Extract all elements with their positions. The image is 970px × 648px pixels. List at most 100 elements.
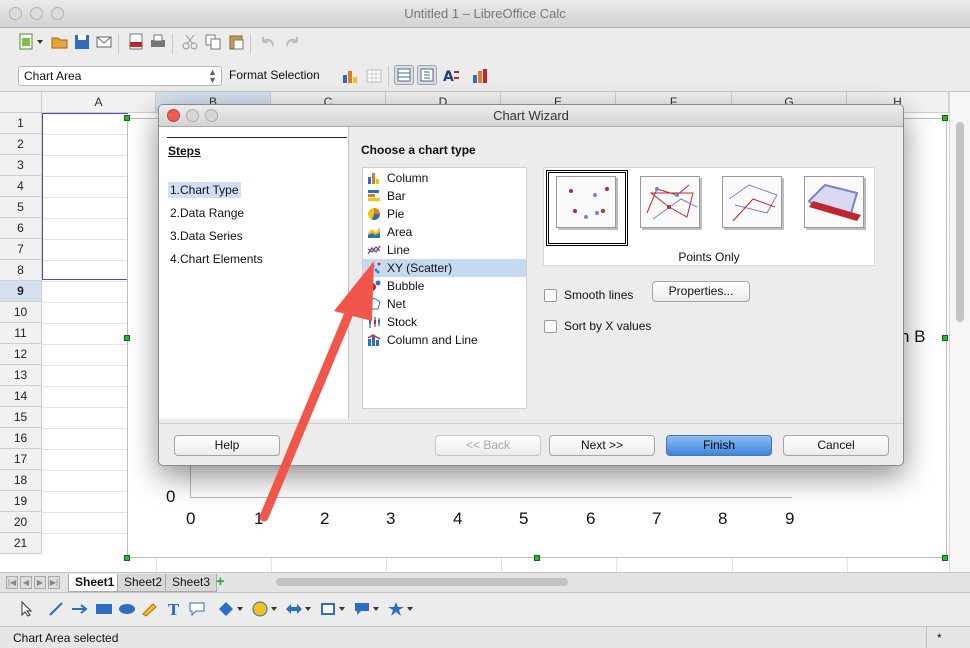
chart-resize-handle[interactable]	[534, 555, 540, 561]
open-folder-icon[interactable]	[50, 32, 70, 52]
row-header[interactable]: 11	[0, 323, 42, 344]
callouts-dropdown-icon[interactable]	[371, 599, 381, 619]
row-header[interactable]: 15	[0, 407, 42, 428]
scroll-thumb[interactable]	[956, 122, 964, 322]
new-document-icon[interactable]	[17, 32, 37, 52]
freeform-line-icon[interactable]	[140, 599, 160, 619]
row-header[interactable]: 14	[0, 386, 42, 407]
row-header[interactable]: 17	[0, 449, 42, 470]
row-header-selected[interactable]: 9	[0, 281, 42, 302]
legend-icon[interactable]	[417, 65, 437, 85]
chart-resize-handle[interactable]	[942, 555, 948, 561]
dialog-zoom-button[interactable]	[205, 109, 218, 122]
chart-type-column[interactable]: Column	[363, 169, 526, 187]
redo-icon[interactable]	[282, 32, 302, 52]
cancel-button[interactable]: Cancel	[783, 435, 889, 456]
next-sheet-icon[interactable]: ▶	[34, 576, 46, 589]
row-header[interactable]: 3	[0, 155, 42, 176]
row-header[interactable]: 12	[0, 344, 42, 365]
chart-resize-handle[interactable]	[124, 335, 130, 341]
dialog-close-button[interactable]	[167, 109, 180, 122]
symbol-shapes-dropdown-icon[interactable]	[269, 599, 279, 619]
sort-by-x-checkbox[interactable]	[544, 320, 557, 333]
block-arrows-dropdown-icon[interactable]	[303, 599, 313, 619]
undo-icon[interactable]	[258, 32, 278, 52]
last-sheet-icon[interactable]: ▶|	[48, 576, 60, 589]
sheet-tab[interactable]: Sheet1	[68, 574, 122, 592]
flowchart-dropdown-icon[interactable]	[337, 599, 347, 619]
select-pointer-icon[interactable]	[16, 599, 36, 619]
row-header[interactable]: 7	[0, 239, 42, 260]
smooth-lines-checkbox[interactable]	[544, 289, 557, 302]
row-header[interactable]: 5	[0, 197, 42, 218]
finish-button[interactable]: Finish	[666, 435, 772, 456]
horizontal-grids-icon[interactable]	[394, 65, 414, 85]
export-pdf-icon[interactable]	[126, 32, 146, 52]
dialog-minimize-button[interactable]	[186, 109, 199, 122]
step-data-range[interactable]: 2.Data Range	[168, 205, 246, 221]
row-header[interactable]: 4	[0, 176, 42, 197]
select-all-corner[interactable]	[0, 92, 42, 113]
row-header[interactable]: 2	[0, 134, 42, 155]
chart-type-pie[interactable]: Pie	[363, 205, 526, 223]
chart-type-area[interactable]: Area	[363, 223, 526, 241]
variant-points-only[interactable]	[556, 176, 616, 228]
row-header[interactable]: 8	[0, 260, 42, 281]
row-header[interactable]: 13	[0, 365, 42, 386]
basic-shapes-icon[interactable]	[216, 599, 236, 619]
flowchart-icon[interactable]	[318, 599, 338, 619]
row-header[interactable]: 10	[0, 302, 42, 323]
step-data-series[interactable]: 3.Data Series	[168, 228, 245, 244]
chart-type-bar[interactable]: Bar	[363, 187, 526, 205]
prev-sheet-icon[interactable]: ◀	[20, 576, 32, 589]
rectangle-icon[interactable]	[94, 599, 114, 619]
stars-dropdown-icon[interactable]	[405, 599, 415, 619]
callout-icon[interactable]	[187, 599, 207, 619]
variant-3d-lines[interactable]	[804, 176, 864, 228]
step-chart-type[interactable]: 1.Chart Type	[168, 182, 241, 198]
row-header[interactable]: 16	[0, 428, 42, 449]
properties-button[interactable]: Properties...	[652, 281, 750, 302]
email-icon[interactable]	[94, 32, 114, 52]
symbol-shapes-icon[interactable]	[250, 599, 270, 619]
column-header[interactable]: A	[42, 92, 156, 113]
new-dropdown-arrow-icon[interactable]	[35, 32, 45, 52]
ellipse-icon[interactable]	[117, 599, 137, 619]
next-button[interactable]: Next >>	[549, 435, 655, 456]
chart-resize-handle[interactable]	[942, 335, 948, 341]
stars-icon[interactable]	[386, 599, 406, 619]
data-table-icon[interactable]	[364, 66, 384, 86]
row-header[interactable]: 21	[0, 533, 42, 554]
first-sheet-icon[interactable]: |◀	[6, 576, 18, 589]
sheet-navigation[interactable]: |◀ ◀ ▶ ▶|	[6, 576, 66, 589]
arrow-line-icon[interactable]	[70, 599, 90, 619]
sheet-tab[interactable]: Sheet2	[117, 574, 170, 592]
paste-icon[interactable]	[226, 32, 246, 52]
horizontal-scroll-thumb[interactable]	[276, 578, 568, 586]
basic-shapes-dropdown-icon[interactable]	[235, 599, 245, 619]
back-button[interactable]: << Back	[435, 435, 541, 456]
cut-icon[interactable]	[180, 32, 200, 52]
callouts-icon[interactable]	[352, 599, 372, 619]
chart-resize-handle[interactable]	[124, 115, 130, 121]
row-header[interactable]: 19	[0, 491, 42, 512]
chart-resize-handle[interactable]	[124, 555, 130, 561]
block-arrows-icon[interactable]	[284, 599, 304, 619]
print-icon[interactable]	[148, 32, 168, 52]
row-header[interactable]: 6	[0, 218, 42, 239]
copy-icon[interactable]	[203, 32, 223, 52]
sheet-tab[interactable]: Sheet3	[165, 574, 218, 592]
chart-type-icon[interactable]	[340, 66, 360, 86]
row-header[interactable]: 18	[0, 470, 42, 491]
variant-points-and-lines[interactable]	[640, 176, 700, 228]
format-selection-button[interactable]: Format Selection	[229, 68, 320, 82]
text-icon[interactable]: T	[164, 599, 184, 619]
chart-resize-handle[interactable]	[942, 115, 948, 121]
line-icon[interactable]	[46, 599, 66, 619]
row-header[interactable]: 1	[0, 113, 42, 134]
select-chart-element-combo[interactable]: Chart Area ▲ ▼	[18, 66, 222, 86]
variant-lines-only[interactable]	[722, 176, 782, 228]
scale-text-icon[interactable]: A	[442, 66, 462, 86]
save-icon[interactable]	[72, 32, 92, 52]
vertical-scrollbar[interactable]	[949, 92, 970, 572]
